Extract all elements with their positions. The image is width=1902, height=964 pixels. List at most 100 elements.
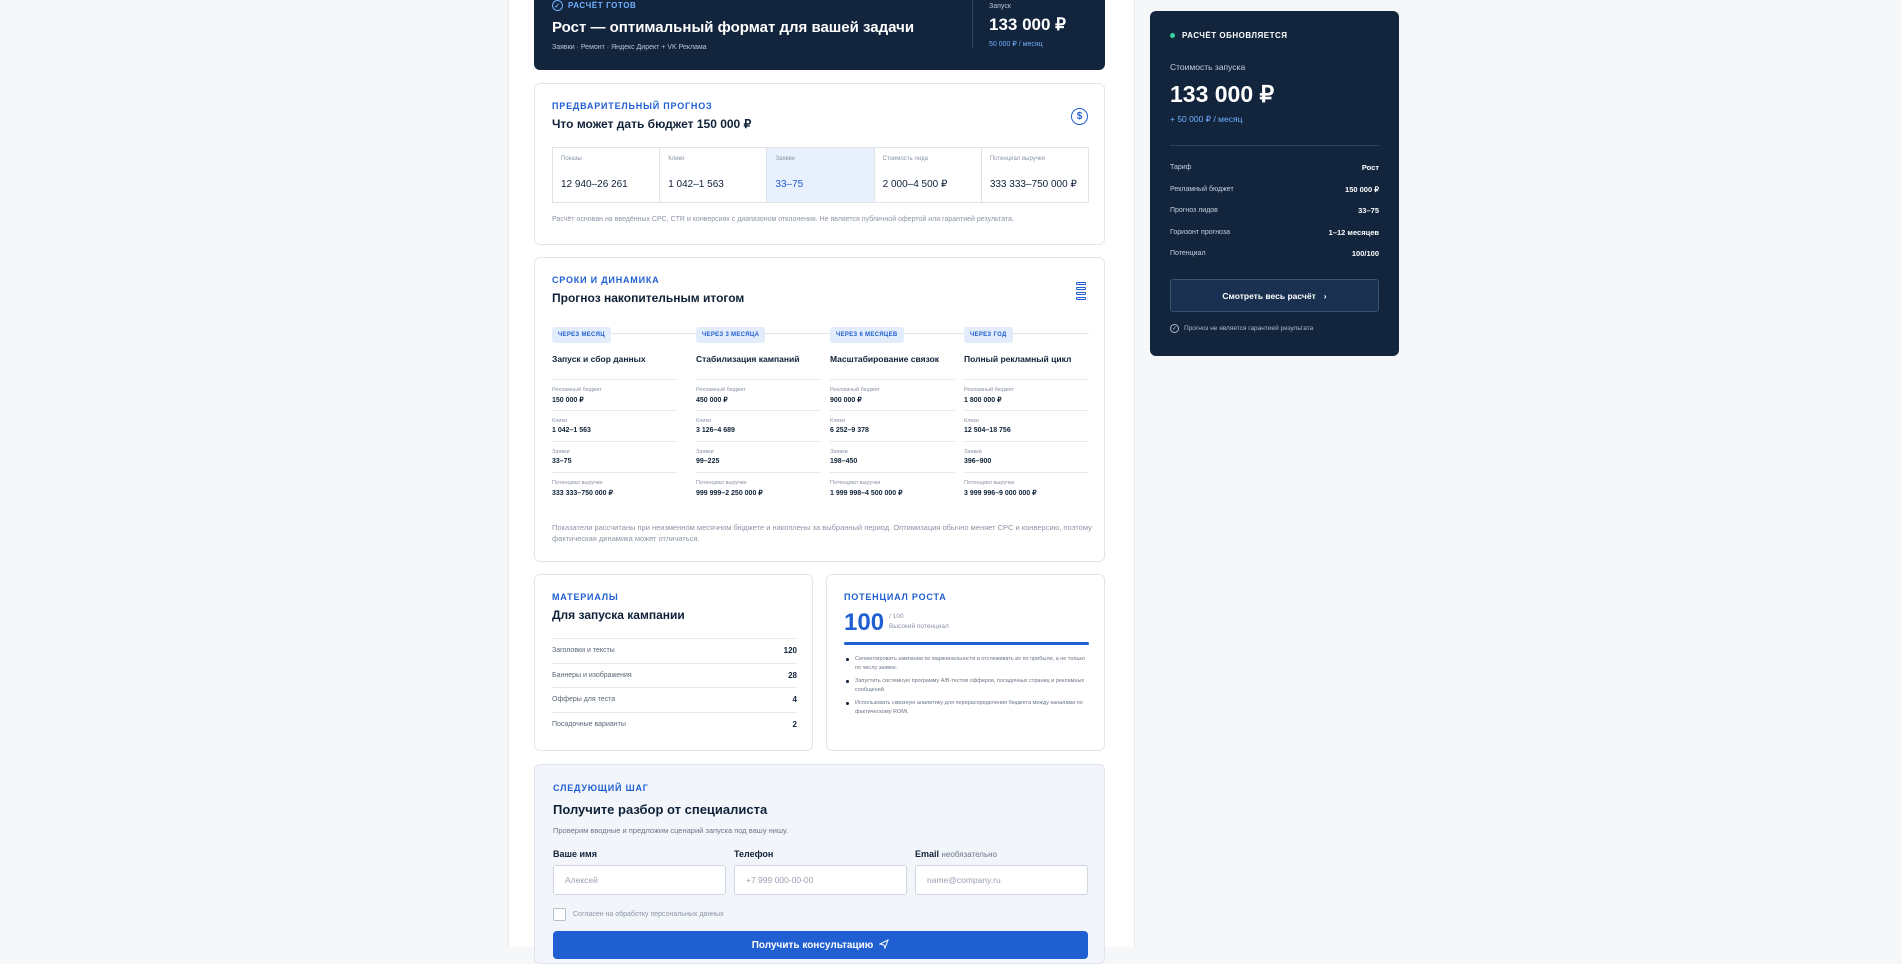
list-item: Офферы для теста 4 bbox=[552, 687, 797, 712]
stage-year: ЧЕРЕЗ ГОД Полный рекламный цикл Рекламны… bbox=[964, 323, 1089, 504]
list-item: Запустить системную программу A/B-тестов… bbox=[844, 677, 1089, 695]
result-ready-badge: ✓ РАСЧЁТ ГОТОВ bbox=[552, 0, 636, 11]
row-value: 1 042–1 563 bbox=[552, 427, 591, 434]
email-label-row: Email необязательно bbox=[915, 849, 1088, 859]
score-value: 100 bbox=[844, 609, 885, 636]
stage-pill: ЧЕРЕЗ ГОД bbox=[964, 327, 1013, 343]
forecast-title: Что может дать бюджет 150 000 ₽ bbox=[552, 117, 752, 131]
disclaimer: ✓ Прогноз не является гарантией результа… bbox=[1170, 324, 1313, 333]
forecast-metrics: Показы 12 940–26 261 Клики 1 042–1 563 З… bbox=[552, 147, 1089, 203]
row-value: 450 000 ₽ bbox=[696, 397, 728, 404]
monthly-price: 50 000 ₽ / месяц bbox=[989, 41, 1043, 48]
email-label: Email bbox=[915, 849, 940, 859]
growth-tips: Сегментировать кампании по маржинальност… bbox=[844, 655, 1089, 721]
status-label: РАСЧЁТ ОБНОВЛЯЕТСЯ bbox=[1182, 31, 1288, 40]
material-label: Офферы для теста bbox=[552, 696, 616, 704]
summary-row-leads: Прогноз лидов 33–75 bbox=[1170, 200, 1379, 222]
material-count: 2 bbox=[792, 719, 797, 729]
list-item: Сегментировать кампании по маржинальност… bbox=[844, 655, 1089, 673]
cost-label: Стоимость запуска bbox=[1170, 62, 1246, 72]
row-label: Рекламный бюджет bbox=[1170, 185, 1234, 193]
chevron-right-icon: › bbox=[1323, 290, 1327, 301]
consent-checkbox[interactable] bbox=[553, 908, 566, 921]
score-side: / 100 Высокий потенциал bbox=[889, 612, 949, 632]
row-label: Прогноз лидов bbox=[1170, 207, 1218, 215]
metric-label: Показы bbox=[561, 156, 582, 162]
metric-label: Потенциал выручки bbox=[989, 156, 1045, 162]
nextstep-description: Проверим вводные и предложим сценарий за… bbox=[553, 826, 789, 835]
disclaimer-text: Прогноз не является гарантией результата bbox=[1184, 325, 1314, 332]
metric-revenue: Потенциал выручки 333 333–750 000 ₽ bbox=[982, 148, 1088, 202]
material-count: 28 bbox=[788, 670, 797, 680]
list-item: Использовать сквозную аналитику для пере… bbox=[844, 699, 1089, 717]
list-item: Баннеры и изображения 28 bbox=[552, 662, 797, 688]
tariff-title: Рост — оптимальный формат для вашей зада… bbox=[552, 19, 915, 36]
row-label: Потенциал выручки bbox=[552, 480, 603, 486]
timeline-title: Прогноз накопительным итогом bbox=[552, 291, 745, 305]
consent-row[interactable]: Согласен на обработку персональных данны… bbox=[553, 908, 724, 921]
row-label: Потенциал bbox=[1170, 250, 1206, 258]
stage-title: Масштабирование связок bbox=[830, 354, 955, 380]
material-count: 120 bbox=[783, 646, 797, 656]
row-value: 6 252–9 378 bbox=[830, 427, 869, 434]
row-label: Горизонт прогноза bbox=[1170, 228, 1230, 236]
stage-pill: ЧЕРЕЗ 6 МЕСЯЦЕВ bbox=[830, 327, 904, 343]
row-label: Заявки bbox=[696, 449, 714, 455]
update-status: РАСЧЁТ ОБНОВЛЯЕТСЯ bbox=[1170, 31, 1288, 40]
metric-label: Клики bbox=[668, 156, 685, 162]
stage-3-months: ЧЕРЕЗ 3 МЕСЯЦА Стабилизация кампаний Рек… bbox=[696, 323, 821, 504]
launch-label: Запуск bbox=[989, 3, 1011, 10]
row-value: 900 000 ₽ bbox=[830, 397, 862, 404]
materials-list: Заголовки и тексты 120 Баннеры и изображе… bbox=[552, 638, 797, 736]
score-bar-fill bbox=[844, 642, 1089, 645]
stage-6-months: ЧЕРЕЗ 6 МЕСЯЦЕВ Масштабирование связок Р… bbox=[830, 323, 955, 504]
row-label: Потенциал выручки bbox=[696, 480, 747, 486]
row-value: 33–75 bbox=[552, 458, 572, 465]
row-value: 1–12 месяцев bbox=[1328, 227, 1379, 237]
email-input[interactable] bbox=[915, 865, 1088, 895]
row-label: Рекламный бюджет bbox=[552, 387, 603, 393]
metric-leads: Заявки 33–75 bbox=[767, 148, 875, 202]
row-value: Рост bbox=[1361, 163, 1379, 173]
phone-label: Телефон bbox=[734, 849, 774, 859]
growth-card: ПОТЕНЦИАЛ РОСТА 100 / 100 Высокий потенц… bbox=[826, 574, 1105, 751]
summary-row-budget: Рекламный бюджет 150 000 ₽ bbox=[1170, 179, 1379, 201]
forecast-eyebrow: ПРЕДВАРИТЕЛЬНЫЙ ПРОГНОЗ bbox=[552, 101, 713, 111]
row-label: Рекламный бюджет bbox=[830, 387, 881, 393]
stage-title: Стабилизация кампаний bbox=[696, 354, 821, 380]
row-label: Заявки bbox=[552, 449, 570, 455]
row-label: Рекламный бюджет bbox=[696, 387, 747, 393]
row-label: Клики bbox=[964, 418, 979, 424]
row-value: 333 333–750 000 ₽ bbox=[552, 490, 613, 497]
row-label: Заявки bbox=[830, 449, 848, 455]
nextstep-title: Получите разбор от специалиста bbox=[553, 802, 768, 817]
summary-row-tariff: Тариф Рост bbox=[1170, 157, 1379, 179]
ruble-coin-icon: $ bbox=[1071, 108, 1088, 125]
stage-title: Полный рекламный цикл bbox=[964, 354, 1089, 380]
name-field-group: Ваше имя bbox=[553, 849, 726, 895]
forecast-note: Расчёт основан на введённых CPC, CTR и к… bbox=[552, 216, 1014, 223]
row-value: 3 999 996–9 000 000 ₽ bbox=[964, 490, 1037, 497]
name-input[interactable] bbox=[553, 865, 726, 895]
get-consultation-button[interactable]: Получить консультацию bbox=[553, 931, 1088, 959]
row-value: 99–225 bbox=[696, 458, 720, 465]
list-item: Заголовки и тексты 120 bbox=[552, 638, 797, 663]
result-ready-label: РАСЧЁТ ГОТОВ bbox=[568, 1, 637, 10]
forecast-card: ПРЕДВАРИТЕЛЬНЫЙ ПРОГНОЗ Что может дать б… bbox=[534, 83, 1105, 245]
stage-title: Запуск и сбор данных bbox=[552, 354, 677, 380]
metric-clicks: Клики 1 042–1 563 bbox=[660, 148, 768, 202]
email-field-group: Email необязательно bbox=[915, 849, 1088, 895]
consultation-form-card: СЛЕДУЮЩИЙ ШАГ Получите разбор от специал… bbox=[534, 764, 1105, 964]
tariff-subtitle: Заявки · Ремонт · Яндекс Директ + VK Рек… bbox=[552, 44, 707, 51]
check-circle-icon: ✓ bbox=[1170, 324, 1179, 333]
launch-price: 133 000 ₽ bbox=[989, 15, 1066, 34]
phone-input[interactable] bbox=[734, 865, 907, 895]
row-value: 396–900 bbox=[964, 458, 992, 465]
row-label: Клики bbox=[552, 418, 567, 424]
nextstep-eyebrow: СЛЕДУЮЩИЙ ШАГ bbox=[553, 783, 649, 793]
view-full-calculation-button[interactable]: Смотреть весь расчёт › bbox=[1170, 279, 1379, 312]
metric-value: 33–75 bbox=[775, 179, 804, 190]
summary-row-potential: Потенциал 100/100 bbox=[1170, 243, 1379, 265]
email-optional-hint: необязательно bbox=[941, 850, 997, 859]
row-label: Потенциал выручки bbox=[964, 480, 1015, 486]
